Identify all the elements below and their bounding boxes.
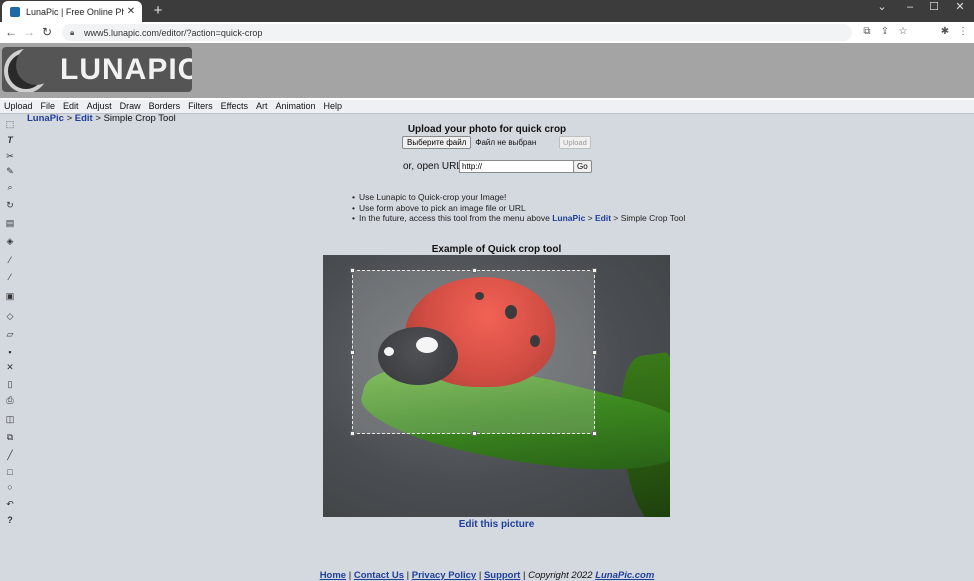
list-item: Use Lunapic to Quick-crop your Image!: [352, 192, 685, 203]
extensions-icon[interactable]: ✱: [938, 25, 952, 39]
reload-icon[interactable]: ↻: [40, 25, 54, 39]
file-picker: Выберите файл Файл не выбран: [402, 135, 536, 149]
new-page-icon[interactable]: ▯: [4, 378, 16, 390]
close-window-button[interactable]: ✕: [948, 0, 972, 22]
tips-list: Use Lunapic to Quick-crop your Image! Us…: [344, 192, 685, 224]
browser-toolbar: ← → ↻ 🔒︎ www5.lunapic.com/editor/?action…: [0, 22, 974, 44]
menu-borders[interactable]: Borders: [145, 100, 185, 113]
menu-file[interactable]: File: [37, 100, 60, 113]
list-item: Use form above to pick an image file or …: [352, 203, 685, 214]
browser-tab-bar: LunaPic | Free Online Photo Editi ✕ + ⌄ …: [0, 0, 974, 22]
zoom-icon[interactable]: ⌕: [4, 181, 16, 193]
crop-selection-box[interactable]: [350, 268, 597, 436]
breadcrumb-lunapic-link[interactable]: LunaPic: [27, 113, 64, 124]
crop-handle[interactable]: [592, 350, 597, 355]
logo-text: LUNAPIC: [60, 53, 192, 86]
crop-handle[interactable]: [472, 431, 477, 436]
rectangle-icon[interactable]: □: [4, 466, 16, 478]
example-title: Example of Quick crop tool: [431, 244, 562, 255]
url-input[interactable]: [459, 160, 575, 173]
menu-art[interactable]: Art: [252, 100, 272, 113]
lunapic-logo[interactable]: LUNAPIC: [2, 47, 192, 92]
share-icon[interactable]: ⇪: [878, 25, 892, 39]
lunapic-favicon-icon: [10, 6, 20, 17]
list-item: In the future, access this tool from the…: [352, 213, 685, 224]
crop-handle[interactable]: [592, 431, 597, 436]
minimize-button[interactable]: –: [898, 0, 922, 22]
lock-icon[interactable]: 🔒︎: [70, 28, 78, 37]
footer-contact-link[interactable]: Contact Us: [354, 570, 404, 581]
tips-lunapic-link[interactable]: LunaPic: [552, 213, 585, 223]
footer-lunapic-link[interactable]: LunaPic.com: [595, 570, 654, 581]
tips-edit-link[interactable]: Edit: [595, 213, 611, 223]
footer-support-link[interactable]: Support: [484, 570, 520, 581]
tab-close-icon[interactable]: ✕: [124, 6, 138, 17]
circle-icon[interactable]: ○: [4, 481, 16, 493]
breadcrumb-edit-link[interactable]: Edit: [75, 113, 93, 124]
crop-handle[interactable]: [350, 350, 355, 355]
translate-icon[interactable]: ⧉: [860, 25, 874, 39]
browser-tab[interactable]: LunaPic | Free Online Photo Editi ✕: [2, 1, 142, 22]
back-icon[interactable]: ←: [4, 25, 18, 39]
eraser-icon[interactable]: ◇: [4, 310, 16, 322]
gradient-icon[interactable]: ▤: [4, 217, 16, 229]
menu-help[interactable]: Help: [320, 100, 347, 113]
example-ladybug-photo[interactable]: [323, 255, 670, 517]
scissors-icon[interactable]: ✂: [4, 150, 16, 162]
pencil-icon[interactable]: ✎: [4, 165, 16, 177]
go-button[interactable]: Go: [573, 160, 592, 173]
menu-edit[interactable]: Edit: [59, 100, 83, 113]
upload-title: Upload your photo for quick crop: [407, 124, 567, 135]
no-file-text: Файл не выбран: [475, 137, 537, 147]
bookmark-star-icon[interactable]: ☆: [896, 25, 910, 39]
open-folder-icon[interactable]: ▱: [4, 328, 16, 340]
line-icon[interactable]: ╱: [4, 449, 16, 461]
crop-handle[interactable]: [350, 268, 355, 273]
footer-privacy-link[interactable]: Privacy Policy: [412, 570, 476, 581]
text-icon[interactable]: T: [4, 134, 16, 146]
delete-icon[interactable]: ✕: [4, 361, 16, 373]
menu-upload[interactable]: Upload: [0, 100, 37, 113]
tab-title: LunaPic | Free Online Photo Editi: [26, 6, 124, 17]
rotate-icon[interactable]: ↻: [4, 199, 16, 211]
image-icon[interactable]: ▣: [4, 290, 16, 302]
eyedropper-icon[interactable]: ⁄: [4, 254, 16, 266]
url-label: or, open URL: [403, 161, 462, 172]
save-icon[interactable]: ▪: [4, 346, 16, 358]
breadcrumb: LunaPic > Edit > Simple Crop Tool: [27, 113, 176, 124]
menu-draw[interactable]: Draw: [116, 100, 145, 113]
copy-icon[interactable]: ⧉: [4, 431, 16, 443]
tab-search-icon[interactable]: ⌄: [870, 0, 894, 22]
footer: Home | Contact Us | Privacy Policy | Sup…: [319, 570, 655, 581]
maximize-button[interactable]: ☐: [922, 0, 946, 22]
address-bar[interactable]: 🔒︎ www5.lunapic.com/editor/?action=quick…: [62, 24, 852, 41]
layers-icon[interactable]: ◫: [4, 413, 16, 425]
print-icon[interactable]: ⎙: [4, 394, 16, 406]
new-tab-button[interactable]: +: [150, 2, 166, 20]
crop-handle[interactable]: [350, 431, 355, 436]
crop-handle[interactable]: [472, 268, 477, 273]
footer-home-link[interactable]: Home: [320, 570, 346, 581]
brush-icon[interactable]: ⁄: [4, 271, 16, 283]
choose-file-button[interactable]: Выберите файл: [402, 135, 472, 149]
main-menu-bar: Upload File Edit Adjust Draw Borders Fil…: [0, 100, 974, 114]
forward-icon[interactable]: →: [22, 25, 36, 39]
undo-icon[interactable]: ↶: [4, 498, 16, 510]
crop-handle[interactable]: [592, 268, 597, 273]
edit-this-picture-link[interactable]: Edit this picture: [459, 519, 535, 530]
breadcrumb-current: Simple Crop Tool: [103, 113, 176, 124]
browser-menu-icon[interactable]: ⋮: [956, 25, 970, 39]
menu-filters[interactable]: Filters: [184, 100, 217, 113]
url-text: www5.lunapic.com/editor/?action=quick-cr…: [84, 27, 263, 38]
upload-button[interactable]: Upload: [559, 136, 591, 149]
menu-animation[interactable]: Animation: [271, 100, 319, 113]
menu-effects[interactable]: Effects: [217, 100, 252, 113]
menu-adjust[interactable]: Adjust: [83, 100, 116, 113]
copyright-text: Copyright 2022: [528, 570, 596, 581]
site-header: LUNAPIC: [0, 43, 974, 98]
